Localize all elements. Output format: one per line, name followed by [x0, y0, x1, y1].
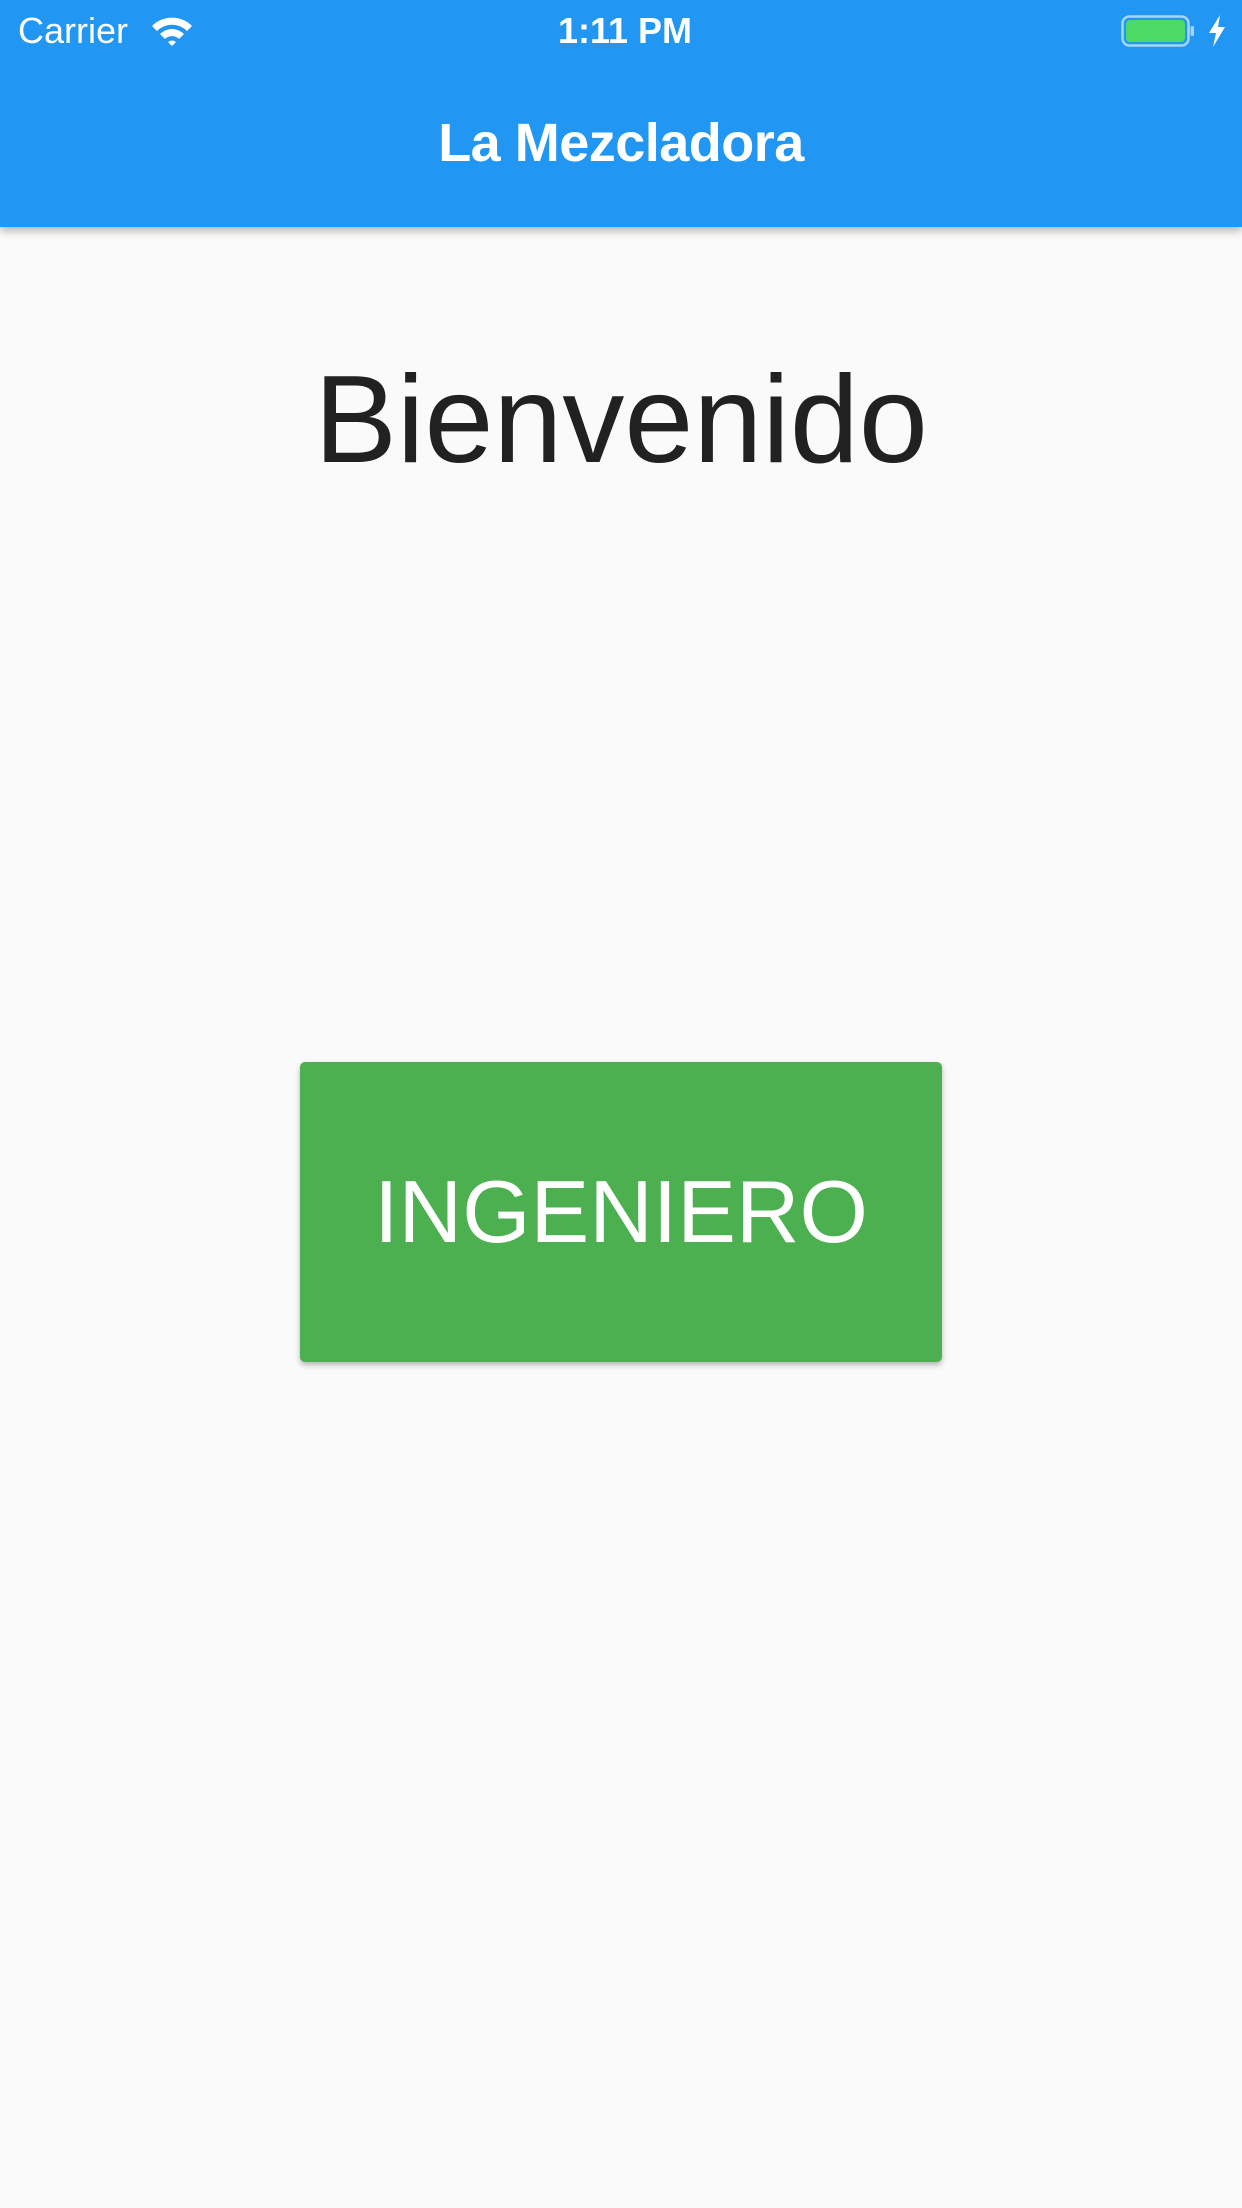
charging-bolt-icon [1209, 15, 1225, 47]
ingeniero-button[interactable]: INGENIERO [300, 1062, 942, 1362]
status-time: 1:11 PM [557, 10, 693, 51]
battery-icon [1121, 15, 1194, 47]
status-bar: Carrier 1:11 PM [0, 0, 1242, 60]
welcome-heading: Bienvenido [314, 351, 928, 489]
app-title: La Mezcladora [438, 113, 804, 173]
app-screen: Carrier 1:11 PM La Mezcladora Bienvenido… [0, 0, 1242, 2208]
app-bar: Carrier 1:11 PM La Mezcladora [0, 0, 1242, 227]
